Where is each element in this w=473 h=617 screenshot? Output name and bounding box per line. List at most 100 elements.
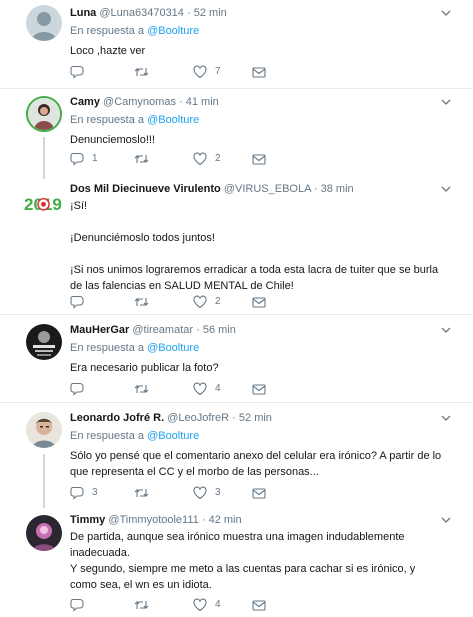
like-button[interactable]: 7 (193, 65, 221, 79)
user-handle[interactable]: @Timmyotoole111 (108, 514, 198, 526)
separator-dot: · (232, 412, 236, 424)
reply-icon (70, 152, 84, 166)
user-handle[interactable]: @LeoJofreR (167, 412, 229, 424)
tweet[interactable]: 2019 Dos Mil Diecinueve Virulento @VIRUS… (0, 179, 473, 314)
like-button[interactable]: 4 (193, 598, 221, 612)
tweet-text: Denunciemoslo!!! (70, 132, 443, 148)
like-count: 2 (215, 296, 221, 307)
reply-label: En respuesta a (70, 25, 144, 37)
direct-message-button[interactable] (252, 598, 266, 612)
reply-icon (70, 382, 84, 396)
chevron-down-icon[interactable] (441, 184, 451, 194)
display-name[interactable]: Luna (70, 7, 96, 19)
tweet-paragraph: De partida, aunque sea irónico muestra u… (70, 531, 405, 559)
reply-button[interactable] (70, 65, 92, 79)
reply-icon (70, 65, 84, 79)
reply-button[interactable]: 1 (70, 152, 98, 166)
reply-label: En respuesta a (70, 342, 144, 354)
timestamp[interactable]: 52 min (194, 7, 227, 19)
reply-count: 1 (92, 153, 98, 164)
tweet-text: Loco ,hazte ver (70, 43, 443, 59)
chevron-down-icon[interactable] (441, 413, 451, 423)
avatar[interactable] (26, 324, 62, 360)
chevron-down-icon[interactable] (441, 8, 451, 18)
tweet-header: Camy @Camynomas · 41 min (70, 95, 443, 110)
mention-link[interactable]: @Boolture (147, 25, 199, 37)
retweet-button[interactable] (134, 382, 157, 396)
direct-message-icon (252, 488, 266, 499)
like-button[interactable]: 2 (193, 295, 221, 309)
reply-label: En respuesta a (70, 430, 144, 442)
display-name[interactable]: MauHerGar (70, 324, 129, 336)
reply-button[interactable] (70, 598, 92, 612)
reply-context: En respuesta a @Boolture (70, 113, 443, 128)
tweet-paragraph: ¡Sí! (70, 200, 88, 212)
reply-context: En respuesta a @Boolture (70, 341, 443, 356)
timestamp[interactable]: 52 min (239, 412, 272, 424)
separator-dot: · (201, 514, 206, 526)
reply-button[interactable] (70, 295, 92, 309)
retweet-button[interactable] (134, 486, 157, 500)
user-handle[interactable]: @tireamatar (132, 324, 193, 336)
direct-message-icon (252, 600, 266, 611)
mention-link[interactable]: @Boolture (147, 430, 199, 442)
tweet-paragraph: Sólo yo pensé que el comentario anexo de… (70, 450, 442, 478)
retweet-button[interactable] (134, 295, 157, 309)
separator-dot: · (187, 7, 191, 19)
like-button[interactable]: 2 (193, 152, 221, 166)
like-icon (193, 65, 207, 79)
avatar[interactable] (26, 96, 62, 132)
timestamp[interactable]: 41 min (186, 96, 219, 108)
direct-message-button[interactable] (252, 382, 266, 396)
tweet[interactable]: Timmy @Timmyotoole111 · 42 min De partid… (0, 505, 473, 617)
chevron-down-icon[interactable] (441, 97, 451, 107)
mention-link[interactable]: @Boolture (147, 342, 199, 354)
timestamp[interactable]: 38 min (321, 183, 354, 195)
tweet-paragraph: ¡Denunciémoslo todos juntos! (70, 232, 215, 244)
tweet[interactable]: Leonardo Jofré R. @LeoJofreR · 52 min En… (0, 403, 473, 508)
direct-message-button[interactable] (252, 152, 266, 166)
thread-line (43, 454, 45, 508)
chevron-down-icon[interactable] (441, 325, 451, 335)
timestamp[interactable]: 42 min (209, 514, 242, 526)
direct-message-button[interactable] (252, 295, 266, 309)
separator-dot: · (313, 183, 318, 195)
reply-button[interactable] (70, 382, 92, 396)
user-handle[interactable]: @Luna63470314 (99, 7, 184, 19)
mention-link[interactable]: @Boolture (147, 114, 199, 126)
separator-dot: · (179, 96, 183, 108)
direct-message-button[interactable] (252, 486, 266, 500)
display-name[interactable]: Leonardo Jofré R. (70, 412, 164, 424)
tweet-text: De partida, aunque sea irónico muestra u… (70, 529, 443, 593)
reply-icon (70, 598, 84, 612)
timestamp[interactable]: 56 min (203, 324, 236, 336)
chevron-down-icon[interactable] (441, 515, 451, 525)
avatar[interactable] (26, 515, 62, 551)
user-handle[interactable]: @Camynomas (103, 96, 176, 108)
tweet-paragraph: Era necesario publicar la foto? (70, 362, 219, 374)
tweet[interactable]: MauHerGar @tireamatar · 56 min En respue… (0, 315, 473, 402)
like-button[interactable]: 4 (193, 382, 221, 396)
retweet-button[interactable] (134, 65, 157, 79)
retweet-icon (134, 68, 149, 76)
like-icon (193, 382, 207, 396)
retweet-button[interactable] (134, 152, 157, 166)
user-handle[interactable]: @VIRUS_EBOLA (224, 183, 311, 195)
reply-button[interactable]: 3 (70, 486, 98, 500)
display-name[interactable]: Camy (70, 96, 100, 108)
reply-label: En respuesta a (70, 114, 144, 126)
avatar[interactable]: 2019 (24, 194, 66, 214)
like-button[interactable]: 3 (193, 486, 221, 500)
display-name[interactable]: Dos Mil Diecinueve Virulento (70, 183, 221, 195)
reply-icon (70, 295, 84, 309)
retweet-icon (134, 601, 149, 609)
direct-message-button[interactable] (252, 65, 266, 79)
display-name[interactable]: Timmy (70, 514, 105, 526)
retweet-button[interactable] (134, 598, 157, 612)
tweet-actions: 2 (70, 295, 270, 309)
tweet[interactable]: Luna @Luna63470314 · 52 min En respuesta… (0, 0, 473, 88)
avatar[interactable] (26, 412, 62, 448)
retweet-icon (134, 489, 149, 497)
reply-context: En respuesta a @Boolture (70, 429, 443, 444)
avatar[interactable] (26, 5, 62, 41)
